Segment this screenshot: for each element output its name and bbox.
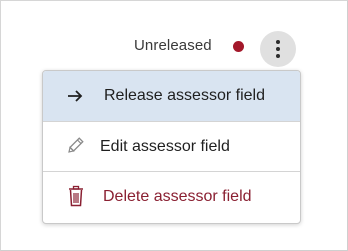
actions-menu: Release assessor field Edit assessor fie… <box>42 70 301 224</box>
menu-item-delete-assessor-field[interactable]: Delete assessor field <box>43 172 300 222</box>
menu-item-edit-assessor-field[interactable]: Edit assessor field <box>43 122 300 172</box>
menu-item-label: Edit assessor field <box>100 138 230 155</box>
menu-item-label: Delete assessor field <box>103 188 252 205</box>
kebab-dot <box>276 47 280 51</box>
status-row: Unreleased <box>1 31 347 67</box>
kebab-dot <box>276 54 280 58</box>
status-label: Unreleased <box>134 37 212 54</box>
more-options-button[interactable] <box>260 31 296 67</box>
kebab-dot <box>276 40 280 44</box>
arrow-right-icon <box>65 86 85 106</box>
trash-icon <box>67 185 85 207</box>
menu-item-release-assessor-field[interactable]: Release assessor field <box>43 71 300 121</box>
pencil-icon <box>65 136 85 156</box>
status-dot-icon <box>233 41 244 52</box>
screenshot-frame: Unreleased Release assessor field Edit a… <box>0 0 348 251</box>
menu-item-label: Release assessor field <box>104 87 265 104</box>
